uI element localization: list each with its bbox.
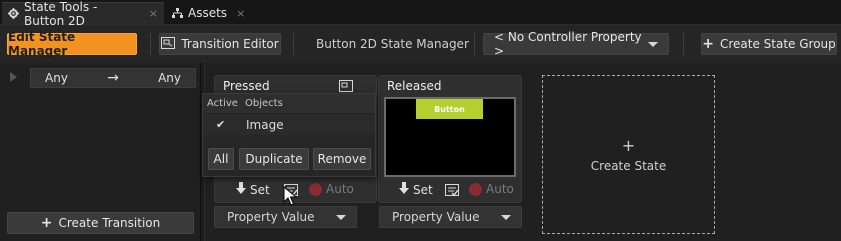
divider xyxy=(474,33,475,55)
divider xyxy=(150,33,151,55)
auto-record-toggle[interactable]: Auto xyxy=(309,182,354,196)
transitions-panel: Any → Any + Create Transition xyxy=(0,63,200,241)
record-icon xyxy=(309,182,322,196)
transition-editor-icon xyxy=(161,36,176,52)
record-icon xyxy=(469,182,482,196)
controller-property-dropdown[interactable]: < No Controller Property > xyxy=(483,30,669,58)
create-state-group-label: Create State Group xyxy=(719,37,836,51)
object-name: Image xyxy=(246,118,284,132)
state-title: Released xyxy=(387,79,442,93)
state-manager-name: Button 2D State Manager xyxy=(316,37,469,51)
object-row[interactable]: ✔ Image xyxy=(203,115,375,135)
column-objects: Objects xyxy=(245,98,283,109)
chevron-down-icon xyxy=(501,214,511,220)
set-button[interactable]: Set xyxy=(399,182,433,197)
create-state-button[interactable]: + Create State xyxy=(542,75,715,234)
tab-state-tools[interactable]: State Tools - Button 2D × xyxy=(2,0,164,28)
divider xyxy=(683,33,684,55)
checkmark-icon[interactable]: ✔ xyxy=(216,118,225,131)
preview-button: Button xyxy=(416,99,483,119)
create-state-label: Create State xyxy=(590,159,667,173)
transition-from: Any xyxy=(45,71,68,85)
expand-arrow-icon[interactable] xyxy=(10,72,17,82)
transition-to: Any xyxy=(158,71,181,85)
controller-property-label: < No Controller Property > xyxy=(494,30,642,58)
create-transition-button[interactable]: + Create Transition xyxy=(7,212,194,234)
transition-row[interactable]: Any → Any xyxy=(0,66,200,88)
tab-label: Assets xyxy=(188,6,228,20)
state-card-released[interactable]: Released Button Set Auto xyxy=(378,75,522,203)
plus-icon: + xyxy=(621,136,636,155)
plus-icon: + xyxy=(702,36,714,52)
toolbar: Edit State Manager Transition Editor But… xyxy=(0,25,841,63)
duplicate-button[interactable]: Duplicate xyxy=(239,148,309,170)
close-icon[interactable]: × xyxy=(149,7,158,20)
property-value-label: Property Value xyxy=(392,210,480,224)
tab-bar: State Tools - Button 2D × Assets × xyxy=(0,0,841,28)
chevron-down-icon xyxy=(648,41,658,47)
arrow-right-icon: → xyxy=(107,70,119,86)
transition-any-to-any[interactable]: Any → Any xyxy=(30,68,196,88)
auto-record-toggle[interactable]: Auto xyxy=(469,182,514,196)
create-transition-label: Create Transition xyxy=(58,216,161,230)
remove-button[interactable]: Remove xyxy=(313,148,371,170)
popup-button-row: All Duplicate Remove xyxy=(203,146,375,172)
state-preview: Button xyxy=(384,97,516,177)
arrow-down-icon xyxy=(236,182,246,197)
auto-label: Auto xyxy=(486,182,514,196)
set-label: Set xyxy=(250,182,270,197)
set-label: Set xyxy=(413,182,433,197)
property-value-label: Property Value xyxy=(227,210,315,224)
checklist-icon[interactable] xyxy=(445,184,459,199)
transition-editor-label: Transition Editor xyxy=(181,37,279,51)
tab-label: State Tools - Button 2D xyxy=(24,0,98,28)
set-button[interactable]: Set xyxy=(236,182,270,197)
hierarchy-icon xyxy=(172,7,183,19)
auto-label: Auto xyxy=(326,182,354,196)
gear-icon xyxy=(8,8,19,19)
popup-header: Active Objects xyxy=(203,94,375,113)
objects-popup: Active Objects ✔ Image All Duplicate Rem… xyxy=(202,93,376,177)
edit-state-manager-button[interactable]: Edit State Manager xyxy=(7,30,137,58)
property-value-dropdown[interactable]: Property Value xyxy=(214,206,357,228)
property-value-dropdown[interactable]: Property Value xyxy=(379,206,522,228)
mouse-cursor-icon xyxy=(283,185,299,206)
all-button[interactable]: All xyxy=(208,148,234,170)
column-active: Active xyxy=(207,98,238,109)
plus-icon: + xyxy=(40,215,53,231)
create-state-group-button[interactable]: + Create State Group xyxy=(701,33,837,55)
transition-editor-button[interactable]: Transition Editor xyxy=(159,33,281,55)
chevron-down-icon xyxy=(336,214,346,220)
state-title: Pressed xyxy=(223,79,270,93)
state-preview-icon[interactable] xyxy=(339,80,353,92)
arrow-down-icon xyxy=(399,182,409,197)
close-icon[interactable]: × xyxy=(236,7,245,20)
divider xyxy=(293,33,294,55)
tab-assets[interactable]: Assets × xyxy=(166,2,245,24)
